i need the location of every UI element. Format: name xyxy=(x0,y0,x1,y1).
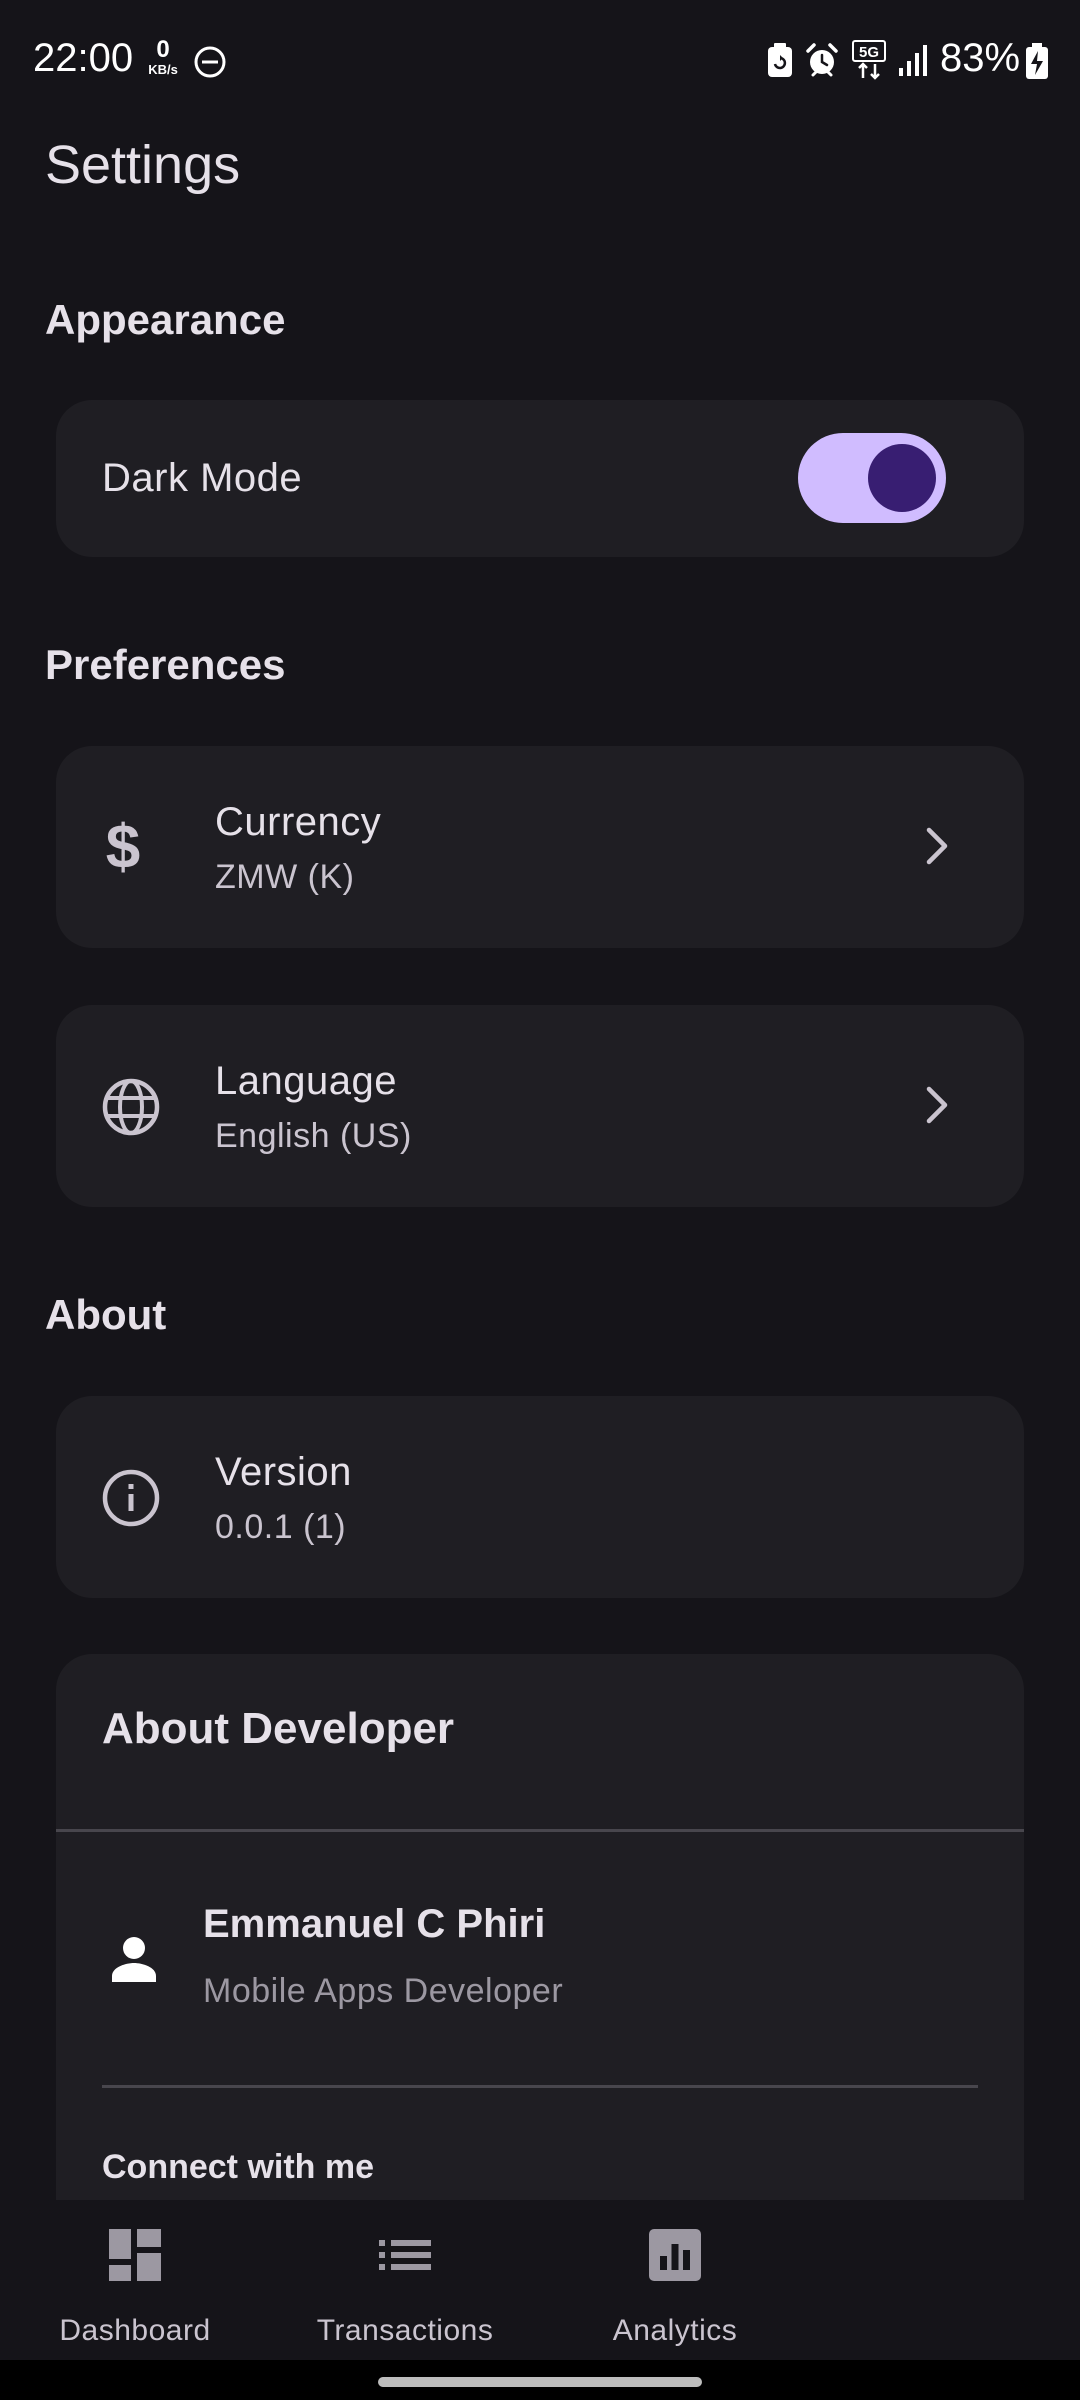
dark-mode-label: Dark Mode xyxy=(102,456,303,500)
svg-text:5G: 5G xyxy=(859,44,879,61)
battery-percentage: 83% xyxy=(940,36,1021,80)
divider xyxy=(102,2085,978,2088)
version-item: Version 0.0.1 (1) xyxy=(56,1396,1024,1598)
currency-item[interactable]: $ Currency ZMW (K) xyxy=(56,746,1024,948)
version-title: Version xyxy=(215,1450,352,1494)
dollar-icon: $ xyxy=(106,816,140,876)
battery-charging-icon xyxy=(1026,43,1048,79)
bottom-navigation: Dashboard Transactions Analytics xyxy=(0,2200,1080,2360)
network-speed: 0 KB/s xyxy=(140,36,186,77)
status-time: 22:00 xyxy=(33,36,134,80)
language-value: English (US) xyxy=(215,1117,412,1155)
section-title-about: About xyxy=(45,1291,167,1338)
currency-title: Currency xyxy=(215,800,382,844)
dashboard-icon xyxy=(109,2229,161,2281)
alarm-icon xyxy=(806,43,838,77)
info-icon xyxy=(102,1469,160,1527)
divider xyxy=(56,1829,1024,1832)
page-title: Settings xyxy=(45,135,241,195)
gesture-navigation-bar xyxy=(0,2360,1080,2400)
nav-label-dashboard: Dashboard xyxy=(59,2314,211,2347)
network-speed-unit: KB/s xyxy=(148,62,178,77)
chevron-right-icon xyxy=(926,1086,948,1124)
5g-data-icon: 5G xyxy=(852,40,886,80)
nav-item-analytics[interactable]: Analytics xyxy=(540,2200,810,2360)
connect-label: Connect with me xyxy=(102,2148,375,2186)
about-developer-card: About Developer Emmanuel C Phiri Mobile … xyxy=(56,1654,1024,2200)
nav-label-analytics: Analytics xyxy=(612,2314,738,2347)
nav-label-transactions: Transactions xyxy=(316,2314,494,2347)
about-developer-title: About Developer xyxy=(102,1704,455,1753)
list-icon xyxy=(379,2240,431,2270)
analytics-icon xyxy=(649,2229,701,2281)
developer-name: Emmanuel C Phiri xyxy=(203,1902,546,1946)
section-title-appearance: Appearance xyxy=(45,296,286,343)
dark-mode-toggle[interactable] xyxy=(798,433,946,523)
section-title-preferences: Preferences xyxy=(45,641,286,688)
do-not-disturb-icon xyxy=(194,46,226,78)
person-icon xyxy=(112,1937,156,1982)
gesture-handle[interactable] xyxy=(378,2377,702,2387)
network-speed-value: 0 xyxy=(156,36,170,63)
status-bar: 22:00 0 KB/s 5G 83% xyxy=(0,0,1080,120)
developer-role: Mobile Apps Developer xyxy=(203,1972,564,2010)
svg-text:$: $ xyxy=(106,816,140,876)
signal-icon xyxy=(899,45,927,76)
globe-icon xyxy=(102,1078,160,1136)
toggle-thumb xyxy=(868,444,936,512)
nav-item-dashboard[interactable]: Dashboard xyxy=(0,2200,270,2360)
battery-saver-icon xyxy=(768,43,792,77)
language-item[interactable]: Language English (US) xyxy=(56,1005,1024,1207)
currency-value: ZMW (K) xyxy=(215,858,355,896)
version-value: 0.0.1 (1) xyxy=(215,1508,347,1546)
language-title: Language xyxy=(215,1059,397,1103)
nav-item-transactions[interactable]: Transactions xyxy=(270,2200,540,2360)
chevron-right-icon xyxy=(926,827,948,865)
